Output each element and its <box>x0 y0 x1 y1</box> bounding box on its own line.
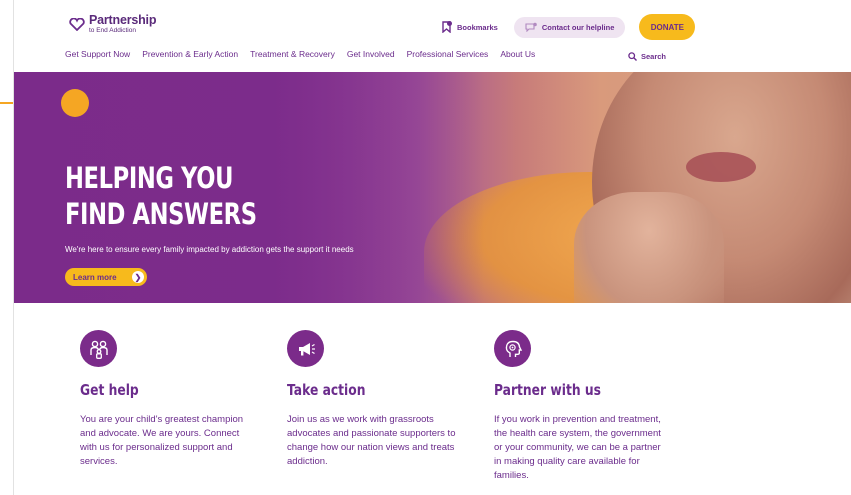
main-nav: Get Support Now Prevention & Early Actio… <box>65 49 547 59</box>
logo-tagline: to End Addiction <box>89 26 136 34</box>
helpline-button[interactable]: Contact our helpline <box>513 16 626 38</box>
chevron-right-icon: ❯ <box>132 271 144 283</box>
learn-more-label: Learn more <box>73 272 117 282</box>
family-icon <box>80 330 117 367</box>
card-body: If you work in prevention and treatment,… <box>494 414 661 481</box>
bookmark-icon <box>442 21 452 33</box>
card-title[interactable]: Take action <box>287 381 431 399</box>
bookmarks-link[interactable]: Bookmarks <box>441 21 498 33</box>
bookmarks-label: Bookmarks <box>457 22 498 32</box>
hero-title-line-1: HELPING YOU <box>65 161 234 195</box>
card-body: Join us as we work with grassroots advoc… <box>287 414 456 467</box>
head-profile-icon <box>494 330 531 367</box>
search-icon <box>628 52 637 61</box>
helpline-label: Contact our helpline <box>541 22 615 32</box>
card-body: You are your child's greatest champion a… <box>80 414 244 467</box>
nav-item-prevention[interactable]: Prevention & Early Action <box>142 49 238 59</box>
learn-more-button[interactable]: Learn more ❯ <box>65 268 147 286</box>
header-actions: Bookmarks Contact our helpline DONATE <box>441 14 696 40</box>
search-button[interactable]: Search <box>628 52 666 61</box>
card-take-action: Take action Join us as we work with gras… <box>287 330 462 469</box>
card-partner-with-us: Partner with us If you work in preventio… <box>494 330 669 483</box>
nav-item-get-support-now[interactable]: Get Support Now <box>65 49 130 59</box>
chat-heart-icon <box>525 22 537 32</box>
search-label: Search <box>641 52 667 61</box>
hero-title: HELPING YOU FIND ANSWERS <box>65 160 299 232</box>
donate-button[interactable]: DONATE <box>639 14 696 40</box>
hero-title-line-2: FIND ANSWERS <box>65 197 257 231</box>
nav-item-about-us[interactable]: About Us <box>500 49 535 59</box>
heart-logo-icon <box>69 17 85 31</box>
card-title[interactable]: Partner with us <box>494 381 638 399</box>
nav-item-get-involved[interactable]: Get Involved <box>347 49 395 59</box>
nav-item-treatment-recovery[interactable]: Treatment & Recovery <box>250 49 335 59</box>
browser-page: Partnership to End Addiction Bookmarks C… <box>13 0 851 495</box>
hero-photo-detail <box>686 152 756 182</box>
hero-subtitle: We're here to ensure every family impact… <box>65 245 354 254</box>
card-title[interactable]: Get help <box>80 381 224 399</box>
nav-item-professional-services[interactable]: Professional Services <box>407 49 489 59</box>
logo[interactable]: Partnership to End Addiction <box>69 14 156 34</box>
callout-marker <box>61 89 89 117</box>
card-get-help: Get help You are your child's greatest c… <box>80 330 255 469</box>
megaphone-icon <box>287 330 324 367</box>
hero-banner: HELPING YOU FIND ANSWERS We're here to e… <box>14 72 851 303</box>
logo-name: Partnership <box>89 13 157 27</box>
hero-photo-hand <box>574 192 724 303</box>
